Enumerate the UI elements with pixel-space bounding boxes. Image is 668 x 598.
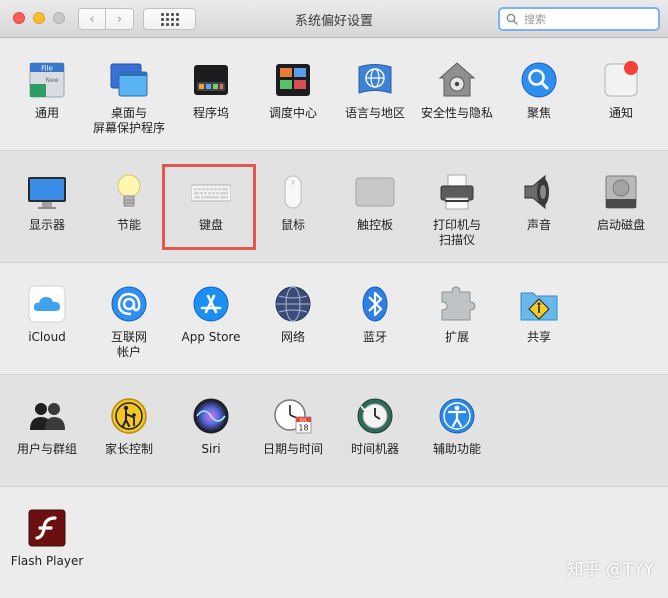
pane-app-store[interactable]: App Store	[170, 284, 252, 345]
internet-accounts-icon	[109, 284, 149, 324]
pane-displays[interactable]: 显示器	[6, 172, 88, 233]
pane-extensions[interactable]: 扩展	[416, 284, 498, 345]
bluetooth-icon	[355, 284, 395, 324]
pane-label: 调度中心	[268, 106, 317, 120]
pane-label: 安全性与隐私	[420, 106, 493, 120]
pane-time-machine[interactable]: 时间机器	[334, 396, 416, 457]
pane-label: Siri	[201, 442, 221, 456]
pane-label: 蓝牙	[362, 330, 387, 344]
watermark: 知乎 @TYY	[566, 560, 654, 580]
pane-label: 时间机器	[350, 442, 399, 456]
pane-language-region[interactable]: 语言与地区	[334, 60, 416, 121]
pane-siri[interactable]: Siri	[170, 396, 252, 457]
pane-label: 程序坞	[192, 106, 229, 120]
pane-sound[interactable]: 声音	[498, 172, 580, 233]
pane-label: 家长控制	[104, 442, 153, 456]
language-region-icon	[355, 60, 395, 100]
general-icon: File New	[27, 60, 67, 100]
app-store-icon	[191, 284, 231, 324]
pane-network[interactable]: 网络	[252, 284, 334, 345]
pane-bluetooth[interactable]: 蓝牙	[334, 284, 416, 345]
svg-text:New: New	[45, 77, 58, 84]
pane-label: 声音	[526, 218, 551, 232]
trackpad-icon	[355, 172, 395, 212]
sound-icon	[519, 172, 559, 212]
svg-text:File: File	[41, 65, 53, 73]
siri-icon	[191, 396, 231, 436]
pane-label: 日期与时间	[262, 442, 323, 456]
pane-internet-accounts[interactable]: 互联网 帐户	[88, 284, 170, 360]
pane-security-privacy[interactable]: 安全性与隐私	[416, 60, 498, 121]
date-time-icon: JUL 18	[273, 396, 313, 436]
pane-parental-controls[interactable]: 家长控制	[88, 396, 170, 457]
keyboard-highlight-box	[162, 164, 256, 250]
search-input[interactable]	[522, 11, 646, 27]
pane-icloud[interactable]: iCloud	[6, 284, 88, 345]
pane-label: 互联网 帐户	[110, 330, 147, 359]
spotlight-icon	[519, 60, 559, 100]
dock-icon	[191, 60, 231, 100]
pane-label: Flash Player	[10, 554, 84, 568]
svg-text:18: 18	[298, 424, 308, 433]
time-machine-icon	[355, 396, 395, 436]
energy-saver-icon	[109, 172, 149, 212]
pane-date-time[interactable]: JUL 18 日期与时间	[252, 396, 334, 457]
pane-label: 打印机与 扫描仪	[432, 218, 481, 247]
pane-label: 通用	[34, 106, 59, 120]
pane-label: 用户与群组	[16, 442, 77, 456]
desktop-screensaver-icon	[109, 60, 149, 100]
icloud-icon	[27, 284, 67, 324]
pane-users-groups[interactable]: 用户与群组	[6, 396, 88, 457]
pane-mission-control[interactable]: 调度中心	[252, 60, 334, 121]
pane-dock[interactable]: 程序坞	[170, 60, 252, 121]
accessibility-icon	[437, 396, 477, 436]
pane-label: App Store	[181, 330, 241, 344]
title-bar: ‹ › 系统偏好设置	[0, 0, 668, 38]
pane-general[interactable]: File New 通用	[6, 60, 88, 121]
pane-printers-scanners[interactable]: 打印机与 扫描仪	[416, 172, 498, 248]
notifications-icon	[601, 60, 641, 100]
pane-accessibility[interactable]: 辅助功能	[416, 396, 498, 457]
pane-notifications[interactable]: 通知	[580, 60, 662, 121]
pane-sharing[interactable]: 共享	[498, 284, 580, 345]
pane-flash-player[interactable]: Flash Player	[6, 508, 88, 569]
section-other	[0, 487, 668, 598]
flash-player-icon	[27, 508, 67, 548]
pane-label: iCloud	[28, 330, 66, 344]
startup-disk-icon	[601, 172, 641, 212]
users-groups-icon	[27, 396, 67, 436]
pane-label: 网络	[280, 330, 305, 344]
search-icon	[506, 13, 518, 25]
extensions-icon	[437, 284, 477, 324]
pane-spotlight[interactable]: 聚焦	[498, 60, 580, 121]
pane-label: 桌面与 屏幕保护程序	[92, 106, 165, 135]
mission-control-icon	[273, 60, 313, 100]
pane-desktop-screensaver[interactable]: 桌面与 屏幕保护程序	[88, 60, 170, 136]
mouse-icon	[273, 172, 313, 212]
pane-label: 启动磁盘	[596, 218, 645, 232]
pane-label: 触控板	[356, 218, 393, 232]
sharing-icon	[519, 284, 559, 324]
pane-label: 辅助功能	[432, 442, 481, 456]
pane-label: 聚焦	[526, 106, 551, 120]
search-field[interactable]	[498, 7, 660, 31]
display-icon	[27, 172, 67, 212]
pane-label: 共享	[526, 330, 551, 344]
pane-label: 鼠标	[280, 218, 305, 232]
parental-controls-icon	[109, 396, 149, 436]
pane-trackpad[interactable]: 触控板	[334, 172, 416, 233]
system-preferences-window: ‹ › 系统偏好设置 搜索 File New 通用 桌面与 屏幕保护程序 程序坞…	[0, 0, 668, 598]
pane-startup-disk[interactable]: 启动磁盘	[580, 172, 662, 233]
pane-mouse[interactable]: 鼠标	[252, 172, 334, 233]
pane-label: 显示器	[28, 218, 65, 232]
pane-label: 通知	[608, 106, 633, 120]
printer-icon	[437, 172, 477, 212]
pane-energy-saver[interactable]: 节能	[88, 172, 170, 233]
security-privacy-icon	[437, 60, 477, 100]
pane-label: 语言与地区	[344, 106, 405, 120]
pane-label: 扩展	[444, 330, 469, 344]
network-icon	[273, 284, 313, 324]
pane-label: 节能	[116, 218, 141, 232]
